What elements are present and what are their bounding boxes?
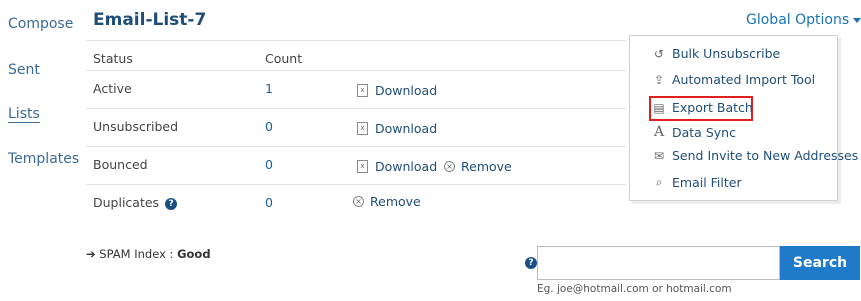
help-icon[interactable]: ? xyxy=(525,257,537,269)
search-input[interactable] xyxy=(537,246,780,280)
remove-button[interactable]: × Remove xyxy=(444,159,512,174)
menu-item-label: Data Sync xyxy=(672,124,736,140)
download-label: Download xyxy=(375,121,438,136)
status-cell: Active xyxy=(93,81,132,96)
nav-item-templates[interactable]: Templates xyxy=(8,151,79,167)
count-cell: 0 xyxy=(265,195,273,210)
remove-button[interactable]: × Remove xyxy=(353,194,421,209)
help-icon[interactable]: ? xyxy=(165,197,178,210)
table-row: Active 1 x Download xyxy=(86,70,626,108)
spam-index-label: SPAM Index : xyxy=(99,247,174,261)
menu-item-label: Export Batch xyxy=(672,100,753,115)
download-button[interactable]: x Download xyxy=(357,159,437,174)
list-status-table: Status Count Active 1 x Download Unsubsc… xyxy=(86,40,626,222)
menu-item-label: Automated Import Tool xyxy=(672,72,816,87)
table-header-row: Status Count xyxy=(86,40,626,70)
nav-item-sent[interactable]: Sent xyxy=(8,62,40,78)
column-header-status: Status xyxy=(93,51,133,66)
excel-file-icon: x xyxy=(357,160,368,173)
page-title: Email-List-7 xyxy=(93,10,207,30)
count-cell: 0 xyxy=(265,157,273,172)
menu-item-automated-import-tool[interactable]: ⇪ Automated Import Tool xyxy=(652,72,815,87)
spam-index-value: Good xyxy=(177,247,211,261)
menu-item-label: Email Filter xyxy=(672,175,742,190)
download-label: Download xyxy=(375,159,438,174)
table-row: Unsubscribed 0 x Download xyxy=(86,108,626,146)
document-icon: ▤ xyxy=(653,100,665,115)
download-button[interactable]: x Download xyxy=(357,121,437,136)
count-cell: 1 xyxy=(265,81,273,96)
table-row: Duplicates? 0 × Remove xyxy=(86,184,626,222)
remove-circle-icon: × xyxy=(444,161,455,172)
envelope-icon: ✉ xyxy=(653,148,665,163)
nav-item-compose[interactable]: Compose xyxy=(8,16,73,32)
table-row: Bounced 0 x Download × Remove xyxy=(86,146,626,184)
menu-item-send-invite[interactable]: ✉ Send Invite to New Addresses xyxy=(652,148,858,163)
caret-down-icon xyxy=(853,17,861,23)
menu-item-bulk-unsubscribe[interactable]: ↺ Bulk Unsubscribe xyxy=(652,46,780,61)
status-cell: Bounced xyxy=(93,157,148,172)
excel-file-icon: x xyxy=(357,84,368,97)
search-button[interactable]: Search xyxy=(780,246,860,280)
remove-circle-icon: × xyxy=(353,196,364,207)
download-label: Download xyxy=(375,83,438,98)
search-hint: Eg. joe@hotmail.com or hotmail.com xyxy=(537,283,732,295)
spam-index: ➔ SPAM Index : Good xyxy=(86,247,211,261)
nav-item-lists[interactable]: Lists xyxy=(8,106,40,122)
search-icon: ⌕ xyxy=(655,175,663,189)
menu-item-export-batch[interactable]: ▤ Export Batch xyxy=(652,100,753,115)
menu-item-label: Send Invite to New Addresses xyxy=(672,148,859,163)
column-header-count: Count xyxy=(265,51,303,66)
status-cell: Duplicates? xyxy=(93,195,178,210)
excel-file-icon: x xyxy=(357,122,368,135)
menu-item-label: Bulk Unsubscribe xyxy=(672,46,781,61)
count-cell: 0 xyxy=(265,119,273,134)
upload-icon: ⇪ xyxy=(653,72,665,87)
undo-icon: ↺ xyxy=(653,46,665,61)
global-options-menu: ↺ Bulk Unsubscribe ⇪ Automated Import To… xyxy=(629,35,858,201)
status-cell: Unsubscribed xyxy=(93,119,178,134)
status-label: Duplicates xyxy=(93,195,160,210)
remove-label: Remove xyxy=(370,194,421,209)
font-a-icon: A xyxy=(653,124,665,140)
menu-item-data-sync[interactable]: A Data Sync xyxy=(652,124,736,140)
menu-item-email-filter[interactable]: ⌕ Email Filter xyxy=(652,175,742,190)
global-options-label: Global Options xyxy=(746,12,850,28)
remove-label: Remove xyxy=(461,159,512,174)
download-button[interactable]: x Download xyxy=(357,83,437,98)
arrow-right-icon: ➔ xyxy=(86,247,96,261)
global-options-button[interactable]: Global Options xyxy=(746,12,861,28)
